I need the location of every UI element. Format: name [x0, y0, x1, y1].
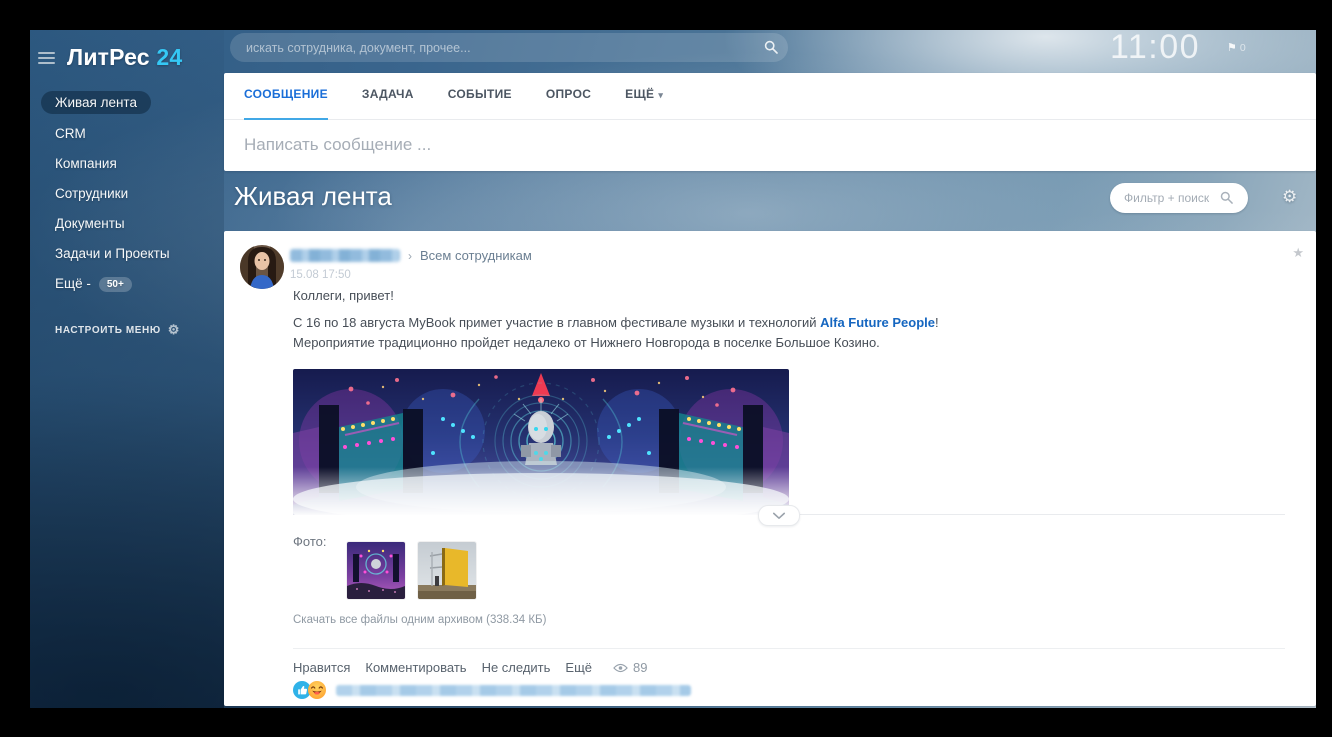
comment-action[interactable]: Комментировать: [365, 660, 466, 675]
sidebar-item-tasks-projects[interactable]: Задачи и Проекты: [55, 246, 224, 267]
logo[interactable]: ЛитРес 24: [30, 30, 224, 71]
unfollow-action[interactable]: Не следить: [482, 660, 551, 675]
eye-icon: [613, 663, 628, 673]
tab-event[interactable]: СОБЫТИЕ: [448, 87, 512, 119]
download-archive-link[interactable]: Скачать все файлы одним архивом (338.34 …: [293, 614, 546, 626]
photo-thumbnail-1[interactable]: [347, 542, 405, 599]
search-icon[interactable]: [1220, 191, 1233, 204]
composer-card: СООБЩЕНИЕ ЗАДАЧА СОБЫТИЕ ОПРОС ЕЩЁ▾ Напи…: [224, 73, 1316, 171]
more-count-badge: 50+: [99, 277, 132, 292]
search-icon[interactable]: [764, 40, 778, 54]
topbar: 11:00 ⚑ 0: [224, 30, 1316, 73]
views-count: 89: [633, 660, 647, 675]
logo-brand: ЛитРес 24: [67, 44, 182, 71]
composer-tabs: СООБЩЕНИЕ ЗАДАЧА СОБЫТИЕ ОПРОС ЕЩЁ▾: [224, 73, 1316, 120]
photos-label: Фото:: [293, 534, 326, 549]
chevron-down-icon: [772, 512, 786, 520]
gear-icon: ⚙: [168, 322, 180, 338]
tab-more[interactable]: ЕЩЁ▾: [625, 87, 663, 119]
global-search-input[interactable]: [230, 33, 788, 62]
divider: [293, 648, 1285, 649]
post-greeting: Коллеги, привет!: [293, 288, 394, 303]
post-header: › Всем сотрудникам: [290, 248, 532, 263]
reactions-row: [293, 681, 691, 699]
tab-task[interactable]: ЗАДАЧА: [362, 87, 414, 119]
logo-number: 24: [156, 44, 182, 70]
photo-thumbnail-2[interactable]: [418, 542, 476, 599]
flag-count: 0: [1240, 42, 1246, 54]
like-action[interactable]: Нравится: [293, 660, 350, 675]
hamburger-menu-icon[interactable]: [36, 50, 57, 66]
recipient-arrow: ›: [408, 249, 412, 263]
worktime-clock[interactable]: 11:00: [1110, 30, 1200, 67]
feed-filter: [1110, 183, 1248, 213]
sidebar-item-employees[interactable]: Сотрудники: [55, 186, 224, 207]
sidebar-item-live-feed[interactable]: Живая лента: [41, 91, 151, 114]
reactor-names-redacted[interactable]: [336, 685, 691, 696]
caret-down-icon: ▾: [658, 90, 663, 100]
favorite-star-icon[interactable]: ★: [1292, 245, 1304, 261]
configure-menu-button[interactable]: НАСТРОИТЬ МЕНЮ ⚙: [55, 322, 224, 338]
laughing-emoji-icon[interactable]: [308, 681, 326, 699]
post-actions: Нравится Комментировать Не следить Ещё 8…: [293, 660, 648, 675]
sidebar-item-crm[interactable]: CRM: [55, 126, 224, 147]
recipient-link[interactable]: Всем сотрудникам: [420, 248, 532, 263]
tab-message[interactable]: СООБЩЕНИЕ: [244, 87, 328, 120]
flag-icon: ⚑: [1227, 41, 1237, 54]
author-avatar[interactable]: [240, 245, 284, 289]
more-action[interactable]: Ещё: [565, 660, 592, 675]
post-body: С 16 по 18 августа MyBook примет участие…: [293, 313, 1023, 353]
sidebar-item-documents[interactable]: Документы: [55, 216, 224, 237]
sidebar: ЛитРес 24 Живая лента CRM Компания Сотру…: [30, 30, 224, 708]
notifications-flag[interactable]: ⚑ 0: [1227, 41, 1246, 54]
post-image-festival-stage[interactable]: [293, 369, 789, 515]
feed-post: ★ › Всем сотрудникам: [224, 231, 1316, 706]
page-title: Живая лента: [234, 181, 392, 212]
views-counter: 89: [613, 660, 647, 675]
author-name-redacted[interactable]: [290, 249, 400, 262]
feed-settings-gear-icon[interactable]: ⚙: [1282, 187, 1297, 207]
compose-message-field[interactable]: Написать сообщение ...: [224, 120, 1316, 155]
tab-poll[interactable]: ОПРОС: [546, 87, 591, 119]
main-area: 11:00 ⚑ 0 СООБЩЕНИЕ ЗАДАЧА СОБЫТИЕ ОПРОС…: [224, 30, 1316, 708]
screen: ЛитРес 24 Живая лента CRM Компания Сотру…: [0, 0, 1332, 737]
sidebar-menu: Живая лента CRM Компания Сотрудники Доку…: [55, 91, 224, 297]
feed-header: Живая лента ⚙: [224, 171, 1316, 231]
post-timestamp: 15.08 17:50: [290, 269, 351, 281]
bitrix24-portal: ЛитРес 24 Живая лента CRM Компания Сотру…: [30, 30, 1316, 708]
alfa-future-people-link[interactable]: Alfa Future People: [820, 315, 935, 330]
sidebar-item-company[interactable]: Компания: [55, 156, 224, 177]
sidebar-item-more[interactable]: Ещё -50+: [55, 276, 224, 297]
collapse-post-button[interactable]: [758, 505, 800, 526]
